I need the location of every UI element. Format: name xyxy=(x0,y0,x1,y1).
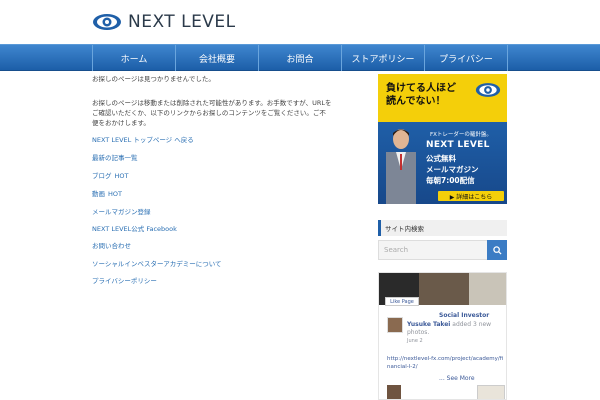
facebook-page-name[interactable]: Social Investor xyxy=(439,312,489,319)
hot-badge: HOT xyxy=(108,190,122,198)
search-button[interactable] xyxy=(487,240,507,260)
eye-logo-icon xyxy=(475,83,501,97)
link-inquiry[interactable]: お問い合わせ xyxy=(92,242,131,251)
facebook-post-link[interactable]: http://nextlevel-fx.com/project/academy/… xyxy=(387,355,505,371)
link-academy[interactable]: ソーシャルインベスターアカデミーについて xyxy=(92,260,222,269)
facebook-photo-thumbnail[interactable] xyxy=(387,385,401,399)
banner-headline: 負けてる人ほど 読んでない！ xyxy=(386,82,456,108)
banner-brand: NEXT LEVEL xyxy=(426,140,490,150)
nav-item-store-policy[interactable]: ストアポリシー xyxy=(341,45,424,71)
person-photo-icon xyxy=(386,129,416,204)
nav-item-company[interactable]: 会社概要 xyxy=(175,45,258,71)
avatar xyxy=(387,317,403,333)
link-blog[interactable]: ブログ HOT xyxy=(92,172,128,181)
link-video[interactable]: 動画 HOT xyxy=(92,190,122,199)
not-found-description: お探しのページは移動または削除された可能性があります。お手数ですが、URLをご確… xyxy=(92,99,332,127)
not-found-message: お探しのページは見つかりませんでした。 xyxy=(92,75,215,83)
banner-line-1: 公式無料 xyxy=(426,154,456,163)
facebook-page-widget: Like Page Social Investor Yusuke Takei a… xyxy=(378,272,507,400)
facebook-post-header: Yusuke Takei added 3 new photos. June 2 xyxy=(407,321,503,345)
link-top-page[interactable]: NEXT LEVEL トップページ へ戻る xyxy=(92,136,194,145)
eye-logo-icon xyxy=(93,14,121,30)
facebook-photo-thumbnail[interactable] xyxy=(477,385,505,399)
link-facebook[interactable]: NEXT LEVEL公式 Facebook xyxy=(92,225,177,234)
link-blog-label: ブログ xyxy=(92,172,112,180)
banner-details-button[interactable]: ▶ 詳細はこちら xyxy=(438,191,504,201)
nav-item-privacy[interactable]: プライバシー xyxy=(424,45,508,71)
search-widget-title: サイト内検索 xyxy=(378,220,507,236)
site-header: NEXT LEVEL xyxy=(0,0,600,44)
facebook-see-more-link[interactable]: ... See More xyxy=(439,375,475,382)
banner-line-2: メールマガジン xyxy=(426,165,479,174)
mail-magazine-banner[interactable]: 負けてる人ほど 読んでない！ FXトレーダーの羅針盤。 NEXT LEVEL 公… xyxy=(378,74,507,204)
banner-subtitle: FXトレーダーの羅針盤。 xyxy=(430,132,492,138)
main-nav: ホーム 会社概要 お問合 ストアポリシー プライバシー xyxy=(0,44,600,71)
facebook-post-time[interactable]: June 2 xyxy=(407,337,503,345)
banner-headline-line2: 読んでない！ xyxy=(386,96,446,107)
search-icon xyxy=(492,245,502,255)
hot-badge: HOT xyxy=(114,172,129,180)
search-input[interactable] xyxy=(378,240,487,260)
facebook-post-author[interactable]: Yusuke Takei xyxy=(407,321,450,328)
link-video-label: 動画 xyxy=(92,190,105,198)
link-privacy-policy[interactable]: プライバシーポリシー xyxy=(92,277,157,286)
link-latest-articles[interactable]: 最新の記事一覧 xyxy=(92,154,138,163)
nav-item-contact[interactable]: お問合 xyxy=(258,45,341,71)
logo-text: NEXT LEVEL xyxy=(128,12,236,32)
site-logo[interactable]: NEXT LEVEL xyxy=(92,12,236,32)
search-form xyxy=(378,240,507,260)
nav-item-home[interactable]: ホーム xyxy=(92,45,175,71)
link-mail-magazine[interactable]: メールマガジン登録 xyxy=(92,208,151,217)
facebook-like-page-button[interactable]: Like Page xyxy=(385,297,419,306)
banner-line-3: 毎朝7:00配信 xyxy=(426,176,475,185)
banner-headline-line1: 負けてる人ほど xyxy=(386,83,456,94)
